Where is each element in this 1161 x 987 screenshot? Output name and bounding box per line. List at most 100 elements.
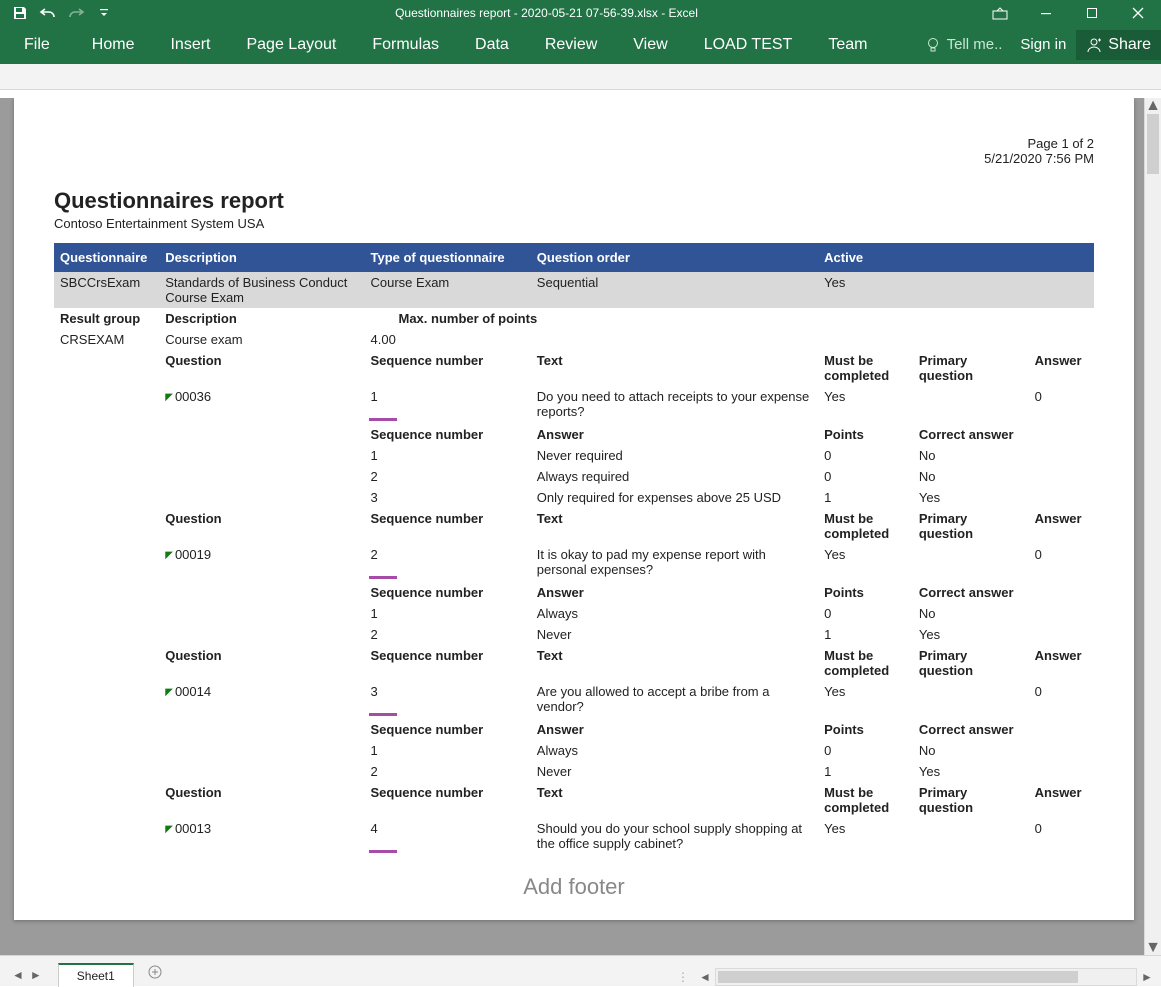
lbl-answer: Answer — [1029, 508, 1094, 544]
question-seq: 4 — [365, 818, 531, 856]
file-tab[interactable]: File — [0, 25, 74, 64]
hdr-order: Question order — [531, 243, 818, 272]
answer-text: Always required — [531, 466, 818, 487]
vertical-scrollbar[interactable]: ▲ ▼ — [1144, 98, 1161, 956]
question-answer: 0 — [1029, 681, 1094, 719]
lbl-primary: Primary question — [913, 782, 1029, 818]
lbl-must: Must be completed — [818, 782, 913, 818]
question-row: ◤000192It is okay to pad my expense repo… — [54, 544, 1094, 582]
answer-seq: 1 — [365, 603, 531, 624]
lbl-text: Text — [531, 645, 818, 681]
answer-points: 0 — [818, 603, 913, 624]
sign-in[interactable]: Sign in — [1010, 36, 1076, 53]
lbl-correct: Correct answer — [913, 582, 1094, 603]
lbl-question: Question — [159, 508, 364, 544]
answer-correct: Yes — [913, 761, 1094, 782]
answer-row: 1Always0No — [54, 740, 1094, 761]
tab-data[interactable]: Data — [457, 25, 527, 64]
hdr-description: Description — [159, 243, 364, 272]
smart-tag-icon: ◤ — [165, 687, 173, 698]
maximize-icon[interactable] — [1069, 0, 1115, 25]
scroll-up-icon[interactable]: ▲ — [1145, 98, 1161, 114]
split-handle-icon[interactable]: ⋮ — [677, 970, 689, 984]
page-meta: Page 1 of 2 5/21/2020 7:56 PM — [984, 136, 1094, 166]
next-sheet-icon[interactable]: ► — [30, 968, 42, 982]
lbl-primary: Primary question — [913, 350, 1029, 386]
lbl-correct: Correct answer — [913, 719, 1094, 740]
tab-page-layout[interactable]: Page Layout — [228, 25, 354, 64]
lbl-correct: Correct answer — [913, 424, 1094, 445]
tab-load-test[interactable]: LOAD TEST — [686, 25, 811, 64]
quick-access-toolbar — [0, 2, 116, 24]
hscroll-track[interactable] — [715, 968, 1137, 986]
answer-correct: No — [913, 740, 1094, 761]
tell-me[interactable]: Tell me.. — [917, 36, 1011, 53]
redo-icon[interactable] — [64, 2, 88, 24]
ribbon-options-icon[interactable] — [977, 0, 1023, 25]
hdr-questionnaire: Questionnaire — [54, 243, 159, 272]
question-code: ◤00014 — [159, 681, 364, 719]
annotation-mark-icon — [369, 850, 397, 853]
tab-home[interactable]: Home — [74, 25, 153, 64]
question-must: Yes — [818, 681, 913, 719]
minimize-icon[interactable] — [1023, 0, 1069, 25]
lightbulb-icon — [925, 37, 941, 53]
hscroll-thumb[interactable] — [718, 971, 1078, 983]
prev-sheet-icon[interactable]: ◄ — [12, 968, 24, 982]
answer-seq: 2 — [365, 466, 531, 487]
lbl-must: Must be completed — [818, 508, 913, 544]
sheet-tab-active[interactable]: Sheet1 — [58, 963, 134, 987]
answer-text: Always — [531, 603, 818, 624]
answer-row: 1Always0No — [54, 603, 1094, 624]
tab-view[interactable]: View — [615, 25, 685, 64]
tab-team[interactable]: Team — [810, 25, 885, 64]
cell-result-group: CRSEXAM — [54, 329, 159, 350]
undo-icon[interactable] — [36, 2, 60, 24]
answers-header-row: Sequence numberAnswerPointsCorrect answe… — [54, 424, 1094, 445]
lbl-must: Must be completed — [818, 350, 913, 386]
lbl-answer: Answer — [1029, 782, 1094, 818]
answer-seq: 3 — [365, 487, 531, 508]
work-area: Page 1 of 2 5/21/2020 7:56 PM Questionna… — [0, 98, 1161, 956]
scroll-down-icon[interactable]: ▼ — [1145, 940, 1161, 956]
qat-customize-icon[interactable] — [92, 2, 116, 24]
lbl-seqnum: Sequence number — [365, 350, 531, 386]
tab-review[interactable]: Review — [527, 25, 615, 64]
lbl-ans-seq: Sequence number — [365, 719, 531, 740]
question-row: ◤000361Do you need to attach receipts to… — [54, 386, 1094, 424]
sheet-nav[interactable]: ◄ ► — [0, 964, 54, 986]
question-primary — [913, 818, 1029, 856]
scroll-left-icon[interactable]: ◄ — [697, 970, 713, 984]
answer-row: 2Never1Yes — [54, 761, 1094, 782]
answer-correct: Yes — [913, 487, 1094, 508]
share-button[interactable]: Share — [1076, 30, 1161, 60]
question-row: ◤000134Should you do your school supply … — [54, 818, 1094, 856]
lbl-ans-seq: Sequence number — [365, 582, 531, 603]
question-header-row: QuestionSequence numberTextMust be compl… — [54, 782, 1094, 818]
tab-insert[interactable]: Insert — [152, 25, 228, 64]
lbl-answer: Answer — [1029, 645, 1094, 681]
cell-max: 4.00 — [365, 329, 531, 350]
lbl-result-group: Result group — [54, 308, 159, 329]
scroll-thumb[interactable] — [1147, 114, 1159, 174]
answer-text: Never — [531, 761, 818, 782]
tab-formulas[interactable]: Formulas — [354, 25, 457, 64]
save-icon[interactable] — [8, 2, 32, 24]
horizontal-scrollbar[interactable]: ⋮ ◄ ► — [162, 968, 1161, 986]
answer-points: 1 — [818, 487, 913, 508]
scroll-track[interactable] — [1145, 114, 1161, 940]
close-icon[interactable] — [1115, 0, 1161, 25]
lbl-ans-answer: Answer — [531, 582, 818, 603]
lbl-points: Points — [818, 582, 913, 603]
report-subtitle: Contoso Entertainment System USA — [54, 216, 1094, 231]
lbl-text: Text — [531, 508, 818, 544]
question-header-row: QuestionSequence numberTextMust be compl… — [54, 645, 1094, 681]
answer-correct: Yes — [913, 624, 1094, 645]
new-sheet-button[interactable] — [148, 965, 162, 986]
lbl-question: Question — [159, 645, 364, 681]
question-code: ◤00019 — [159, 544, 364, 582]
lbl-answer: Answer — [1029, 350, 1094, 386]
cell-result-desc: Course exam — [159, 329, 364, 350]
scroll-right-icon[interactable]: ► — [1139, 970, 1155, 984]
add-footer[interactable]: Add footer — [54, 874, 1094, 900]
